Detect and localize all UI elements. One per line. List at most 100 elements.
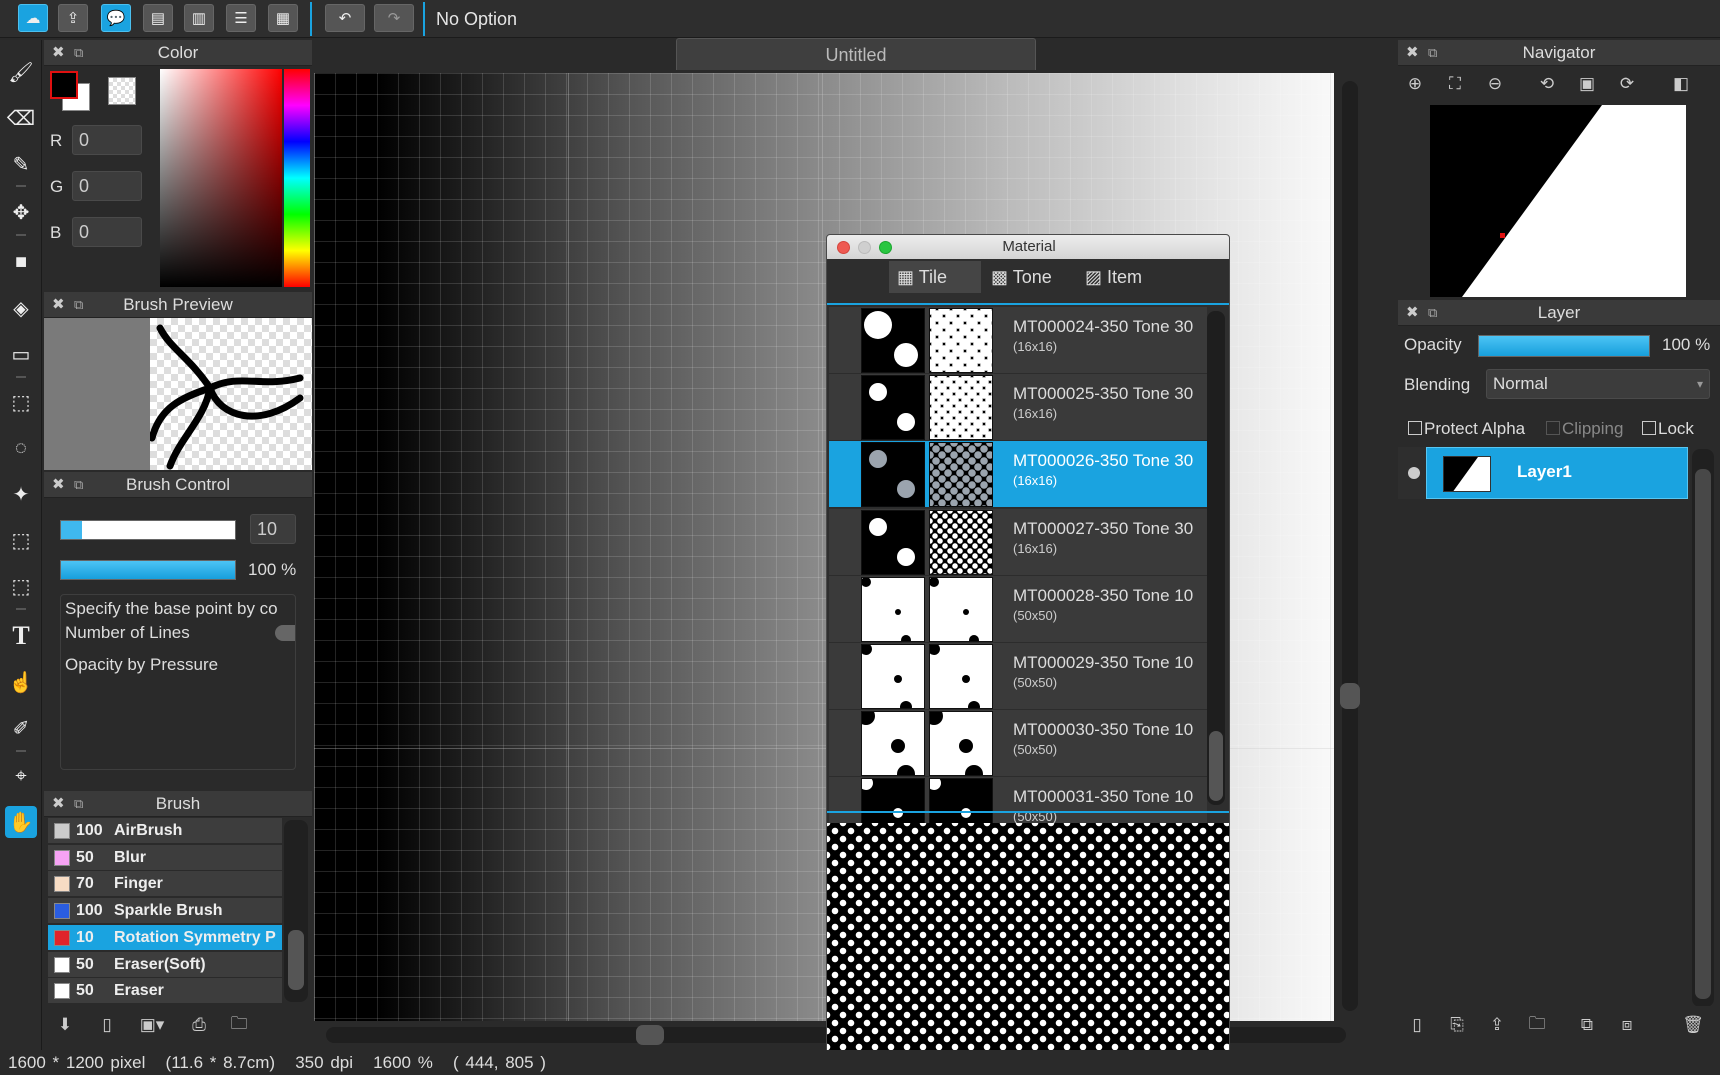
brush-list-item[interactable]: 50 Eraser — [48, 978, 282, 1005]
material-list-item[interactable]: MT000028-350 Tone 10 (50x50) — [829, 575, 1207, 643]
base-point-option[interactable]: Specify the base point by co — [65, 599, 278, 619]
magic-wand-icon[interactable]: ✦ — [5, 478, 37, 510]
material-list-item[interactable]: MT000025-350 Tone 30 (16x16) — [829, 374, 1207, 442]
layer-opacity-slider[interactable] — [1478, 335, 1650, 357]
folder-icon[interactable]: 🗀 — [1524, 1012, 1550, 1038]
new-8bit-layer-icon[interactable]: ⎘ — [1444, 1012, 1470, 1038]
popout-icon[interactable]: ⧉ — [74, 40, 83, 66]
hue-slider[interactable] — [284, 69, 310, 287]
pen-tool-icon[interactable]: ✎ — [5, 148, 37, 180]
close-icon[interactable]: ✖ — [52, 472, 65, 498]
brush-list-item[interactable]: 50 Blur — [48, 844, 282, 871]
close-icon[interactable]: ✖ — [52, 40, 65, 66]
saturation-brightness-picker[interactable] — [160, 69, 282, 287]
gradient-tool-icon[interactable]: ▭ — [5, 338, 37, 370]
b-input[interactable]: 0 — [72, 217, 142, 247]
new-layer-icon[interactable]: ▯ — [1404, 1012, 1430, 1038]
brush-menu-icon[interactable]: ▣▾ — [132, 1012, 172, 1038]
close-window-button[interactable] — [837, 241, 850, 254]
operation-tool-icon[interactable]: ☝ — [5, 666, 37, 698]
g-input[interactable]: 0 — [72, 171, 142, 201]
material-list-item[interactable]: MT000024-350 Tone 30 (16x16) — [829, 307, 1207, 374]
number-of-lines-option[interactable]: Number of Lines — [65, 623, 190, 643]
clipping-checkbox[interactable] — [1546, 421, 1560, 435]
transparent-color-swatch[interactable] — [108, 77, 136, 105]
rotate-right-icon[interactable]: ⟳ — [1614, 71, 1640, 97]
material-list-item[interactable]: MT000029-350 Tone 10 (50x50) — [829, 643, 1207, 710]
visibility-icon[interactable] — [1408, 467, 1420, 479]
move-tool-icon[interactable]: ✥ — [5, 196, 37, 228]
document-tab[interactable]: Untitled — [676, 38, 1036, 70]
comment-icon[interactable]: ▤ — [143, 4, 173, 32]
download-brush-icon[interactable]: ⬇ — [52, 1012, 78, 1038]
zoom-out-icon[interactable]: ⊖ — [1482, 71, 1508, 97]
navigator-thumbnail[interactable] — [1430, 105, 1686, 297]
popout-icon[interactable]: ⧉ — [74, 472, 83, 498]
tab-item[interactable]: ▨ Item — [1077, 261, 1169, 293]
duplicate-layer-icon[interactable]: ⧉ — [1574, 1012, 1600, 1038]
close-icon[interactable]: ✖ — [52, 292, 65, 318]
tab-tile[interactable]: ▦ Tile — [889, 261, 981, 293]
material-list-item[interactable]: MT000030-350 Tone 10 (50x50) — [829, 710, 1207, 778]
import-layer-icon[interactable]: ⇪ — [1484, 1012, 1510, 1038]
layer-scrollbar[interactable] — [1692, 449, 1714, 1007]
lock-checkbox[interactable] — [1642, 421, 1656, 435]
eyedropper-tool-icon[interactable]: ⌖ — [5, 760, 37, 792]
close-icon[interactable]: ✖ — [52, 791, 65, 817]
material-scrollbar[interactable] — [1207, 311, 1225, 805]
brush-list-item[interactable]: 50 Eraser(Soft) — [48, 951, 282, 978]
opacity-by-pressure-option[interactable]: Opacity by Pressure — [65, 655, 218, 675]
tab-tone[interactable]: ▩ Tone — [983, 261, 1075, 293]
grid-icon[interactable]: ▦ — [268, 4, 298, 32]
number-of-lines-slider[interactable] — [275, 625, 295, 641]
close-icon[interactable]: ✖ — [1406, 300, 1419, 326]
text-tool-icon[interactable]: T — [5, 620, 37, 652]
document-icon[interactable]: ▥ — [184, 4, 214, 32]
layer-row[interactable]: Layer1 — [1398, 447, 1690, 499]
protect-alpha-checkbox[interactable] — [1408, 421, 1422, 435]
divide-tool-icon[interactable]: ✐ — [5, 712, 37, 744]
merge-layer-icon[interactable]: ⧈ — [1614, 1012, 1640, 1038]
popout-icon[interactable]: ⧉ — [74, 292, 83, 318]
brush-list-item[interactable]: 100 Sparkle Brush — [48, 898, 282, 925]
chat-icon[interactable]: 💬 — [101, 4, 131, 32]
cloud-icon[interactable]: ☁ — [18, 4, 48, 32]
rotate-left-icon[interactable]: ⟲ — [1534, 71, 1560, 97]
eraser-tool-icon[interactable]: ⌫ — [5, 102, 37, 134]
redo-button[interactable]: ↷ — [374, 4, 414, 32]
hand-tool-icon[interactable]: ✋ — [5, 806, 37, 838]
share-icon[interactable]: ⇪ — [58, 4, 88, 32]
blending-select[interactable]: Normal ▾ — [1486, 369, 1710, 399]
popout-icon[interactable]: ⧉ — [1428, 40, 1437, 66]
trash-icon[interactable]: 🗑 — [1680, 1012, 1706, 1038]
zoom-in-icon[interactable]: ⊕ — [1402, 71, 1428, 97]
rectangle-tool-icon[interactable]: ■ — [5, 246, 37, 278]
brush-size-input[interactable]: 10 — [250, 514, 296, 544]
fit-icon[interactable]: ⛶ — [1442, 71, 1468, 97]
material-list-item[interactable]: MT000026-350 Tone 30 (16x16) — [829, 441, 1207, 509]
lasso-select-icon[interactable]: ◌ — [5, 432, 37, 464]
brush-opacity-slider[interactable] — [60, 560, 236, 580]
fill-tool-icon[interactable]: ◈ — [5, 292, 37, 324]
brush-list-item[interactable]: 100 AirBrush — [48, 818, 282, 844]
brush-tool-icon[interactable]: 🖌 — [5, 56, 37, 88]
popout-icon[interactable]: ⧉ — [1428, 300, 1437, 326]
r-input[interactable]: 0 — [72, 125, 142, 155]
select-eraser-icon[interactable]: ⬚ — [5, 570, 37, 602]
brush-size-slider[interactable] — [60, 520, 236, 540]
reset-view-icon[interactable]: ▣ — [1574, 71, 1600, 97]
layer-row-selected[interactable]: Layer1 — [1426, 447, 1688, 499]
canvas-vertical-scrollbar[interactable] — [1334, 73, 1366, 1021]
zoom-window-button[interactable] — [879, 241, 892, 254]
material-list-item[interactable]: MT000027-350 Tone 30 (16x16) — [829, 508, 1207, 576]
minimize-window-button[interactable] — [858, 241, 871, 254]
rect-select-icon[interactable]: ⬚ — [5, 386, 37, 418]
flip-icon[interactable]: ◧ — [1668, 71, 1694, 97]
close-icon[interactable]: ✖ — [1406, 40, 1419, 66]
foreground-color-swatch[interactable] — [50, 71, 78, 99]
select-pen-icon[interactable]: ⬚ — [5, 524, 37, 556]
folder-icon[interactable]: 🗀 — [226, 1012, 252, 1038]
list-icon[interactable]: ☰ — [226, 4, 256, 32]
brush-list-item[interactable]: 70 Finger — [48, 871, 282, 898]
brush-settings-icon[interactable]: ⎙ — [186, 1012, 212, 1038]
